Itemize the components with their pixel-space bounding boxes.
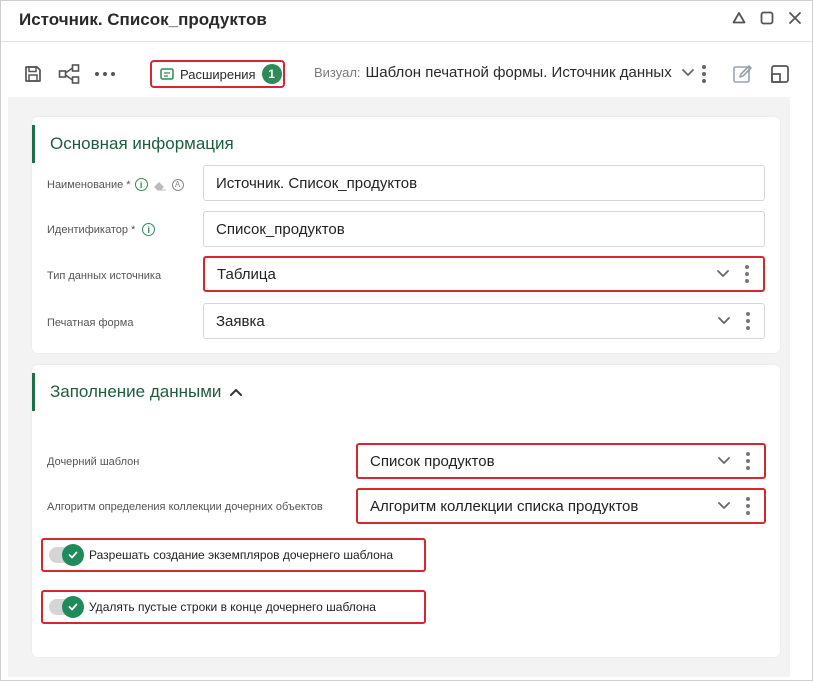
layout-button[interactable] xyxy=(768,62,792,86)
chevron-down-icon[interactable] xyxy=(714,456,734,466)
content-area: Основная информация Наименование * i A И… xyxy=(8,97,790,677)
identifier-value: Список_продуктов xyxy=(216,220,345,238)
maximize-button[interactable] xyxy=(756,7,778,29)
source-type-label-row: Тип данных источника xyxy=(47,270,161,282)
child-template-label-row: Дочерний шаблон xyxy=(47,456,139,468)
source-type-label: Тип данных источника xyxy=(47,270,162,282)
section-title: Заполнение данными xyxy=(50,382,222,401)
close-icon xyxy=(789,12,801,24)
chevron-down-icon[interactable] xyxy=(713,269,733,279)
section-title: Основная информация xyxy=(50,134,234,153)
remove-empty-rows-label: Удалять пустые строки в конце дочернего … xyxy=(89,600,376,614)
collection-algorithm-label-row: Алгоритм определения коллекции дочерних … xyxy=(47,501,323,513)
print-form-label: Печатная форма xyxy=(47,317,134,329)
allow-child-instances-toggle[interactable] xyxy=(49,544,84,566)
name-label-row: Наименование * i A xyxy=(47,178,184,191)
section-main-info: Основная информация Наименование * i A И… xyxy=(32,117,780,353)
extensions-count-badge: 1 xyxy=(261,64,282,84)
collection-algorithm-value: Алгоритм коллекции списка продуктов xyxy=(370,497,639,515)
info-icon[interactable]: i xyxy=(134,178,148,191)
allow-child-instances-row: Разрешать создание экземпляров дочернего… xyxy=(41,538,426,572)
chevron-up-icon[interactable] xyxy=(229,387,243,397)
extensions-icon xyxy=(160,68,174,80)
square-icon xyxy=(760,11,774,25)
more-vertical-icon xyxy=(702,65,706,83)
extensions-button[interactable]: Расширения 1 xyxy=(150,60,285,88)
edit-icon xyxy=(733,65,752,83)
translate-icon[interactable]: A xyxy=(171,178,184,191)
extensions-label: Расширения xyxy=(180,66,256,82)
collection-algorithm-select[interactable]: Алгоритм коллекции списка продуктов xyxy=(356,488,766,524)
name-label: Наименование * xyxy=(47,178,131,191)
source-type-value: Таблица xyxy=(217,265,276,283)
visual-menu-button[interactable] xyxy=(692,62,716,86)
info-icon[interactable]: i xyxy=(142,223,156,236)
check-icon xyxy=(62,596,84,618)
structure-button[interactable] xyxy=(57,62,81,86)
print-form-value: Заявка xyxy=(216,312,265,330)
layout-icon xyxy=(771,65,789,83)
print-form-select[interactable]: Заявка xyxy=(203,303,765,339)
section-accent-bar xyxy=(32,125,35,163)
more-vertical-icon[interactable] xyxy=(740,496,756,516)
identifier-label-row: Идентификатор * i xyxy=(47,223,156,236)
chevron-down-icon[interactable] xyxy=(714,316,734,326)
more-button[interactable] xyxy=(93,62,117,86)
more-vertical-icon[interactable] xyxy=(740,311,756,331)
visual-label: Визуал: xyxy=(314,65,361,80)
source-type-select[interactable]: Таблица xyxy=(203,256,765,292)
remove-empty-rows-toggle[interactable] xyxy=(49,596,84,618)
window: Источник. Список_продуктов Расширения 1 … xyxy=(0,0,813,681)
child-template-value: Список продуктов xyxy=(370,452,495,470)
save-icon xyxy=(25,66,41,82)
title-bar: Источник. Список_продуктов xyxy=(1,1,812,42)
check-icon xyxy=(62,544,84,566)
edit-button[interactable] xyxy=(731,62,755,86)
window-controls xyxy=(728,7,806,29)
chevron-down-icon[interactable] xyxy=(714,501,734,511)
name-value: Источник. Список_продуктов xyxy=(216,174,418,192)
toolbar: Расширения 1 Визуал: Шаблон печатной фор… xyxy=(1,42,812,96)
collapse-button[interactable] xyxy=(728,7,750,29)
section-accent-bar xyxy=(32,373,35,411)
child-template-select[interactable]: Список продуктов xyxy=(356,443,766,479)
remove-empty-rows-row: Удалять пустые строки в конце дочернего … xyxy=(41,590,426,624)
more-vertical-icon[interactable] xyxy=(740,451,756,471)
visual-selector[interactable]: Визуал: Шаблон печатной формы. Источник … xyxy=(314,64,695,81)
name-field[interactable]: Источник. Список_продуктов xyxy=(203,165,765,201)
more-horizontal-icon xyxy=(95,72,115,76)
allow-child-instances-label: Разрешать создание экземпляров дочернего… xyxy=(89,548,394,562)
child-template-label: Дочерний шаблон xyxy=(47,456,140,468)
identifier-field[interactable]: Список_продуктов xyxy=(203,211,765,247)
save-button[interactable] xyxy=(21,62,45,86)
identifier-label: Идентификатор * xyxy=(47,223,136,236)
section-title-row[interactable]: Заполнение данными xyxy=(50,382,243,402)
collection-algorithm-label: Алгоритм определения коллекции дочерних … xyxy=(47,501,323,513)
share-nodes-icon xyxy=(58,64,80,84)
triangle-up-icon xyxy=(732,12,746,24)
visual-value: Шаблон печатной формы. Источник данных xyxy=(365,64,672,81)
window-title: Источник. Список_продуктов xyxy=(19,10,267,29)
print-form-label-row: Печатная форма xyxy=(47,317,133,329)
close-button[interactable] xyxy=(784,7,806,29)
eraser-icon[interactable] xyxy=(152,179,168,191)
more-vertical-icon[interactable] xyxy=(739,264,755,284)
section-data-fill: Заполнение данными Дочерний шаблон Списо… xyxy=(32,365,780,657)
